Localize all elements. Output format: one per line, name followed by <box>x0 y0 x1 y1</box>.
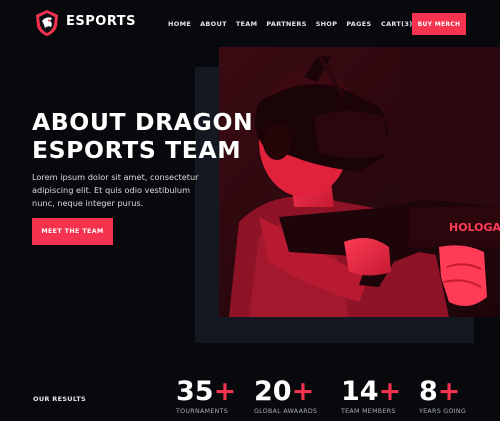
menu-item-pages[interactable]: PAGES <box>346 20 371 28</box>
dragon-logo-icon[interactable] <box>34 9 60 37</box>
gun-brand-text: HOLOGA <box>449 221 500 234</box>
buy-merch-button[interactable]: BUY MERCH <box>412 13 466 35</box>
hero-description: Lorem ipsum dolor sit amet, consectetur … <box>32 172 199 208</box>
stat-global-awards: 20+ GLOBAL AWAARDS <box>254 378 318 416</box>
stat-label: YEARS GOING <box>419 408 467 415</box>
hero-title-line-1: ABOUT DRAGON <box>32 108 254 136</box>
menu-item-home[interactable]: HOME <box>168 20 191 28</box>
stat-label: GLOBAL AWAARDS <box>254 408 318 415</box>
meet-the-team-button[interactable]: MEET THE TEAM <box>32 218 113 245</box>
hero-title: ABOUT DRAGON ESPORTS TEAM <box>32 108 262 164</box>
stat-plus: + <box>437 376 461 407</box>
hero-title-line-2: ESPORTS TEAM <box>32 136 242 164</box>
cart-link[interactable]: CART(3) <box>381 20 413 28</box>
stat-label: TOURNAMENTS <box>176 408 229 415</box>
stat-team-members: 14+ TEAM MEMBERS <box>341 378 401 416</box>
menu-item-team[interactable]: TEAM <box>236 20 258 28</box>
stat-plus: + <box>378 376 402 407</box>
main-menu: HOME ABOUT TEAM PARTNERS SHOP PAGES <box>168 20 371 28</box>
stat-plus: + <box>213 376 237 407</box>
stat-value: 20+ <box>254 378 317 406</box>
menu-item-about[interactable]: ABOUT <box>200 20 227 28</box>
results-label: OUR RESULTS <box>33 395 86 403</box>
stat-label: TEAM MEMBERS <box>341 408 396 415</box>
stat-number: 14 <box>341 376 379 407</box>
hero-vr-player-image: HOLOGA <box>219 47 500 317</box>
stat-value: 8+ <box>419 378 466 406</box>
brand-name[interactable]: ESPORTS <box>66 14 136 29</box>
stat-value: 14+ <box>341 378 401 406</box>
menu-item-shop[interactable]: SHOP <box>316 20 338 28</box>
stat-years-going: 8+ YEARS GOING <box>419 378 467 416</box>
stat-plus: + <box>291 376 315 407</box>
menu-item-partners[interactable]: PARTNERS <box>266 20 306 28</box>
stat-value: 35+ <box>176 378 236 406</box>
stat-number: 35 <box>176 376 214 407</box>
stat-number: 20 <box>254 376 292 407</box>
stat-tournaments: 35+ TOURNAMENTS <box>176 378 236 416</box>
top-navbar: ESPORTS HOME ABOUT TEAM PARTNERS SHOP PA… <box>0 0 500 48</box>
stat-number: 8 <box>419 376 438 407</box>
